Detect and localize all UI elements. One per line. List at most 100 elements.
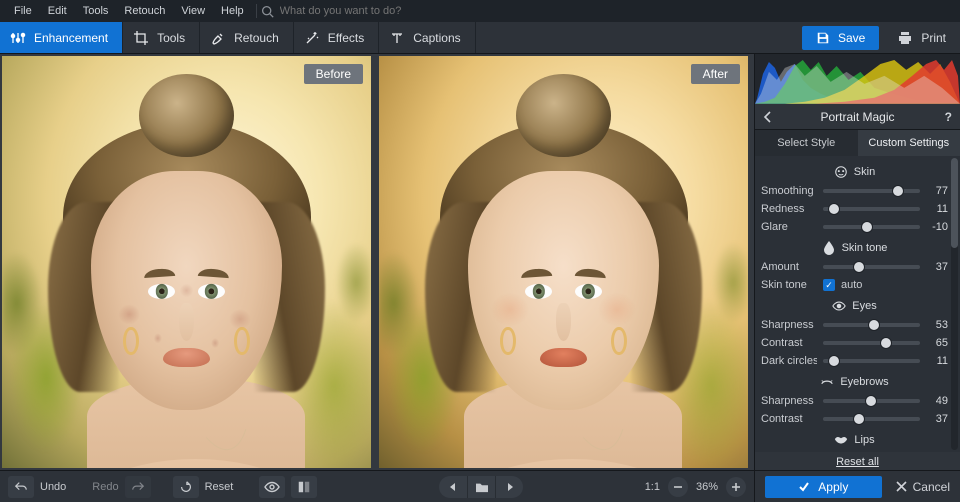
slider-value: 49 [926, 395, 948, 407]
slider-label: Sharpness [761, 319, 817, 331]
search-icon [261, 5, 274, 18]
slider-track[interactable] [823, 220, 920, 234]
settings-scroll: SkinSmoothing77Redness11 Glare -10 Skin ton… [755, 156, 960, 452]
slider-value: 11 [926, 203, 948, 215]
face-icon [834, 165, 848, 179]
text-icon [389, 30, 405, 46]
undo-label: Undo [40, 481, 66, 493]
tab-label: Retouch [234, 31, 279, 45]
slider-track[interactable] [823, 354, 920, 368]
slider-track[interactable] [823, 412, 920, 426]
back-button[interactable] [763, 104, 773, 129]
slider-value: 65 [926, 337, 948, 349]
tab-retouch[interactable]: Retouch [200, 22, 294, 53]
help-button[interactable]: ? [945, 104, 952, 129]
image-compare-area: Before After [0, 54, 754, 470]
after-viewport[interactable]: After [379, 56, 748, 468]
slider-track[interactable] [823, 318, 920, 332]
menu-view[interactable]: View [173, 2, 213, 20]
slider-value: 77 [926, 185, 948, 197]
drop-icon [822, 241, 836, 255]
after-image [379, 56, 748, 468]
tab-custom-settings[interactable]: Custom Settings [858, 130, 960, 156]
slider-label: Contrast [761, 337, 817, 349]
slider-smoothing[interactable]: Smoothing77 [761, 182, 948, 200]
group-header-lips: Lips [761, 428, 948, 450]
prev-image-button[interactable] [439, 476, 467, 498]
compare-toggle-button[interactable] [291, 476, 317, 498]
search-input[interactable] [280, 5, 440, 17]
slider-redness[interactable]: Redness11 [761, 200, 948, 218]
menu-help[interactable]: Help [213, 2, 252, 20]
cancel-button[interactable]: Cancel [896, 480, 950, 494]
save-label: Save [838, 31, 865, 45]
after-badge: After [691, 64, 740, 84]
group-header-skin-tone: Skin tone [761, 236, 948, 258]
apply-bar: Apply Cancel [754, 470, 960, 502]
reset-icon-button[interactable] [173, 476, 199, 498]
zoom-in-button[interactable] [726, 477, 746, 497]
slider-track[interactable] [823, 260, 920, 274]
tab-captions[interactable]: Captions [379, 22, 475, 53]
menu-tools[interactable]: Tools [75, 2, 117, 20]
check-icon [798, 481, 810, 493]
slider-track[interactable] [823, 202, 920, 216]
slider-value: 11 [926, 355, 948, 367]
panel-tabs: Select Style Custom Settings [755, 130, 960, 156]
slider-value: -10 [926, 221, 948, 233]
footer-bar: Undo Redo Reset 1:1 36% [0, 470, 754, 502]
slider-track[interactable] [823, 394, 920, 408]
crop-icon [133, 30, 149, 46]
print-button[interactable]: Print [897, 30, 946, 46]
tab-label: Tools [157, 31, 185, 45]
before-viewport[interactable]: Before [2, 56, 371, 468]
next-image-button[interactable] [495, 476, 523, 498]
menu-edit[interactable]: Edit [40, 2, 75, 20]
histogram[interactable] [755, 54, 960, 104]
slider-label: Amount [761, 261, 817, 273]
browse-folder-button[interactable] [467, 476, 495, 498]
slider-label: Glare [761, 221, 817, 233]
group-header-skin: Skin [761, 160, 948, 182]
apply-button[interactable]: Apply [765, 476, 882, 498]
brush-icon [210, 30, 226, 46]
scrollbar-thumb[interactable] [951, 158, 958, 248]
slider-label: Dark circles [761, 355, 817, 367]
save-icon [816, 31, 830, 45]
tab-effects[interactable]: Effects [294, 22, 379, 53]
show-original-button[interactable] [259, 476, 285, 498]
wand-icon [304, 30, 320, 46]
slider-e-sharp[interactable]: Sharpness53 [761, 316, 948, 334]
slider-value: 37 [926, 413, 948, 425]
slider-e-contrast[interactable]: Contrast 65 [761, 334, 948, 352]
save-button[interactable]: Save [802, 26, 879, 50]
slider-b-sharp[interactable]: Sharpness49 [761, 392, 948, 410]
zoom-out-button[interactable] [668, 477, 688, 497]
checkbox[interactable]: ✓ [823, 279, 835, 291]
slider-glare[interactable]: Glare -10 [761, 218, 948, 236]
tab-select-style[interactable]: Select Style [755, 130, 858, 156]
brow-icon [820, 375, 834, 389]
menu-retouch[interactable]: Retouch [116, 2, 173, 20]
slider-amount[interactable]: Amount37 [761, 258, 948, 276]
auto-skin-tone[interactable]: Skin tone✓auto [761, 276, 948, 294]
tab-enhancement[interactable]: Enhancement [0, 22, 123, 53]
slider-track[interactable] [823, 184, 920, 198]
menu-file[interactable]: File [6, 2, 40, 20]
reset-label: Reset [205, 481, 234, 493]
slider-b-contrast[interactable]: Contrast37 [761, 410, 948, 428]
panel-header: Portrait Magic ? [755, 104, 960, 130]
undo-icon-button[interactable] [8, 476, 34, 498]
redo-icon-button[interactable] [125, 476, 151, 498]
reset-all-link[interactable]: Reset all [755, 452, 960, 470]
slider-e-dark[interactable]: Dark circles 11 [761, 352, 948, 370]
cancel-label: Cancel [913, 480, 950, 494]
eye-icon [832, 299, 846, 313]
zoom-fit-label[interactable]: 1:1 [645, 481, 660, 493]
menu-bar: File Edit Tools Retouch View Help [0, 0, 960, 22]
slider-track[interactable] [823, 336, 920, 350]
tab-tools[interactable]: Tools [123, 22, 200, 53]
close-icon [896, 481, 907, 492]
panel-title: Portrait Magic [820, 110, 894, 124]
group-header-eyes: Eyes [761, 294, 948, 316]
